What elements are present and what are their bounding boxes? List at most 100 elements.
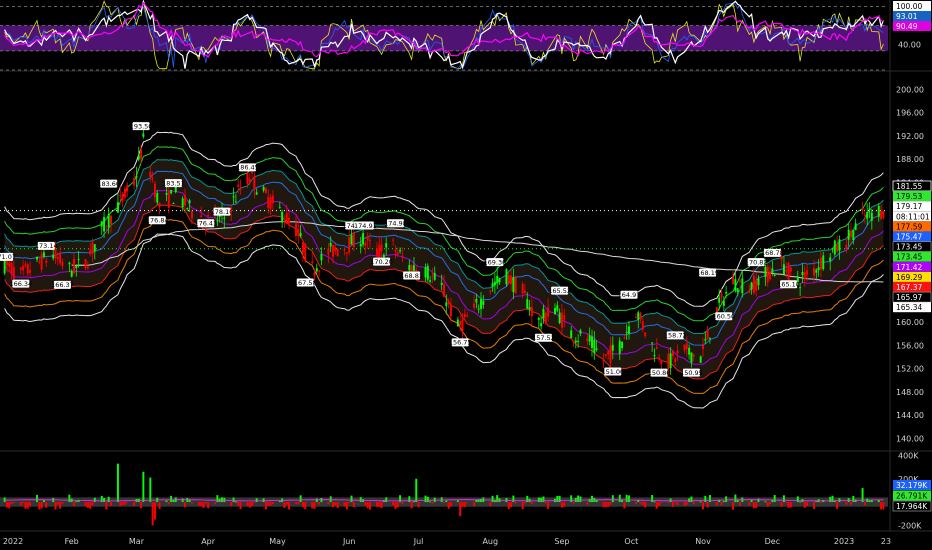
candle-body [61, 261, 64, 267]
candle-body [521, 283, 524, 294]
volume-bar [558, 495, 561, 503]
volume-bar [369, 502, 371, 510]
volume-bar [350, 495, 353, 503]
candle-body [544, 312, 547, 324]
volume-bar [380, 502, 383, 509]
volume-bar [140, 502, 143, 509]
candle-body [251, 172, 254, 174]
price-annotation-label: 183.51 [162, 179, 185, 187]
price-annotation-label: 164.97 [618, 291, 641, 299]
volume-bar [868, 500, 871, 503]
volume-bar [704, 495, 707, 503]
candle-body [426, 265, 429, 280]
volume-bar [431, 502, 434, 504]
candle-body [84, 259, 87, 269]
volume-bar [54, 502, 57, 510]
candle-body [107, 214, 110, 228]
volume-bar [641, 502, 644, 506]
axis-tag-label: 177.59 [896, 222, 922, 231]
volume-bar [618, 494, 621, 503]
candle-body [116, 202, 119, 213]
volume-bar [318, 502, 321, 505]
volume-bar [528, 498, 531, 503]
candle-body [877, 205, 880, 217]
candle-body [787, 262, 790, 280]
volume-bar [255, 498, 258, 503]
volume-bar [752, 502, 755, 509]
volume-bar [73, 502, 75, 507]
candle-body [789, 267, 792, 272]
candle-body [93, 244, 96, 252]
candle-body [105, 226, 108, 228]
volume-bar [780, 502, 783, 507]
volume-bar [750, 500, 753, 503]
volume-bar [607, 502, 610, 507]
price-annotation-label: 176.41 [194, 220, 217, 228]
price-axis-tick: 192.00 [896, 132, 924, 141]
candle-body [329, 242, 332, 247]
candle-body [345, 252, 348, 254]
volume-bar [167, 502, 170, 505]
volume-bar [755, 502, 758, 508]
price-axis-tick: 196.00 [896, 109, 924, 118]
volume-bar [153, 502, 156, 520]
volume-bar [19, 502, 22, 506]
candle-body [45, 260, 48, 263]
candle-body [628, 326, 630, 334]
volume-bar [246, 502, 249, 506]
volume-bar [142, 471, 145, 503]
candle-body [399, 250, 402, 252]
candle-body [165, 193, 168, 195]
candle-body [708, 337, 711, 339]
price-annotation-label: 174.91 [354, 222, 377, 230]
price-annotation-label: 157.52 [532, 334, 555, 342]
volume-bar [449, 502, 452, 507]
candle-body [54, 249, 57, 259]
volume-bar [676, 502, 679, 506]
price-axis-tick: 160.00 [896, 318, 924, 327]
price-axis-tick: 188.00 [896, 155, 924, 164]
volume-bar [93, 497, 96, 503]
volume-bar [8, 502, 11, 509]
candle-body [246, 172, 249, 184]
volume-bar [327, 502, 330, 505]
volume-bar [461, 502, 464, 507]
volume-bar [348, 502, 351, 504]
candle-body [577, 340, 580, 342]
time-axis-label: 2023 [834, 537, 854, 546]
volume-bar [782, 495, 785, 503]
time-axis-label: 23 [881, 537, 891, 546]
candle-body [295, 223, 297, 237]
volume-bar [611, 495, 614, 503]
volume-bar [91, 502, 94, 506]
candle-body [126, 185, 129, 192]
volume-bar [86, 502, 89, 508]
candle-body [882, 211, 885, 218]
candle-body [75, 265, 78, 269]
volume-bar [285, 502, 288, 505]
candle-body [26, 264, 29, 274]
price-axis-tick: 156.00 [896, 341, 924, 350]
volume-bar [237, 502, 240, 506]
volume-bar [764, 501, 767, 503]
volume-bar [75, 501, 78, 503]
candle-body [343, 249, 346, 251]
axis-tag-label: 179.17 [896, 202, 922, 211]
price-annotation-label: 156.75 [449, 339, 472, 347]
volume-bar [234, 501, 237, 503]
volume-bar [121, 502, 124, 506]
volume-axis-tick: 400K [898, 451, 919, 460]
volume-bar [706, 502, 709, 508]
volume-bar [803, 502, 806, 508]
candle-body [806, 270, 809, 275]
candle-body [505, 269, 508, 285]
volume-bar [415, 478, 418, 503]
time-axis-label: Dec [765, 537, 780, 546]
candle-body [392, 239, 395, 241]
candle-body [385, 243, 388, 248]
volume-bar [715, 502, 718, 506]
candle-body [507, 274, 510, 284]
candle-body [880, 211, 883, 220]
volume-bar [496, 495, 499, 503]
volume-bar [588, 498, 591, 503]
